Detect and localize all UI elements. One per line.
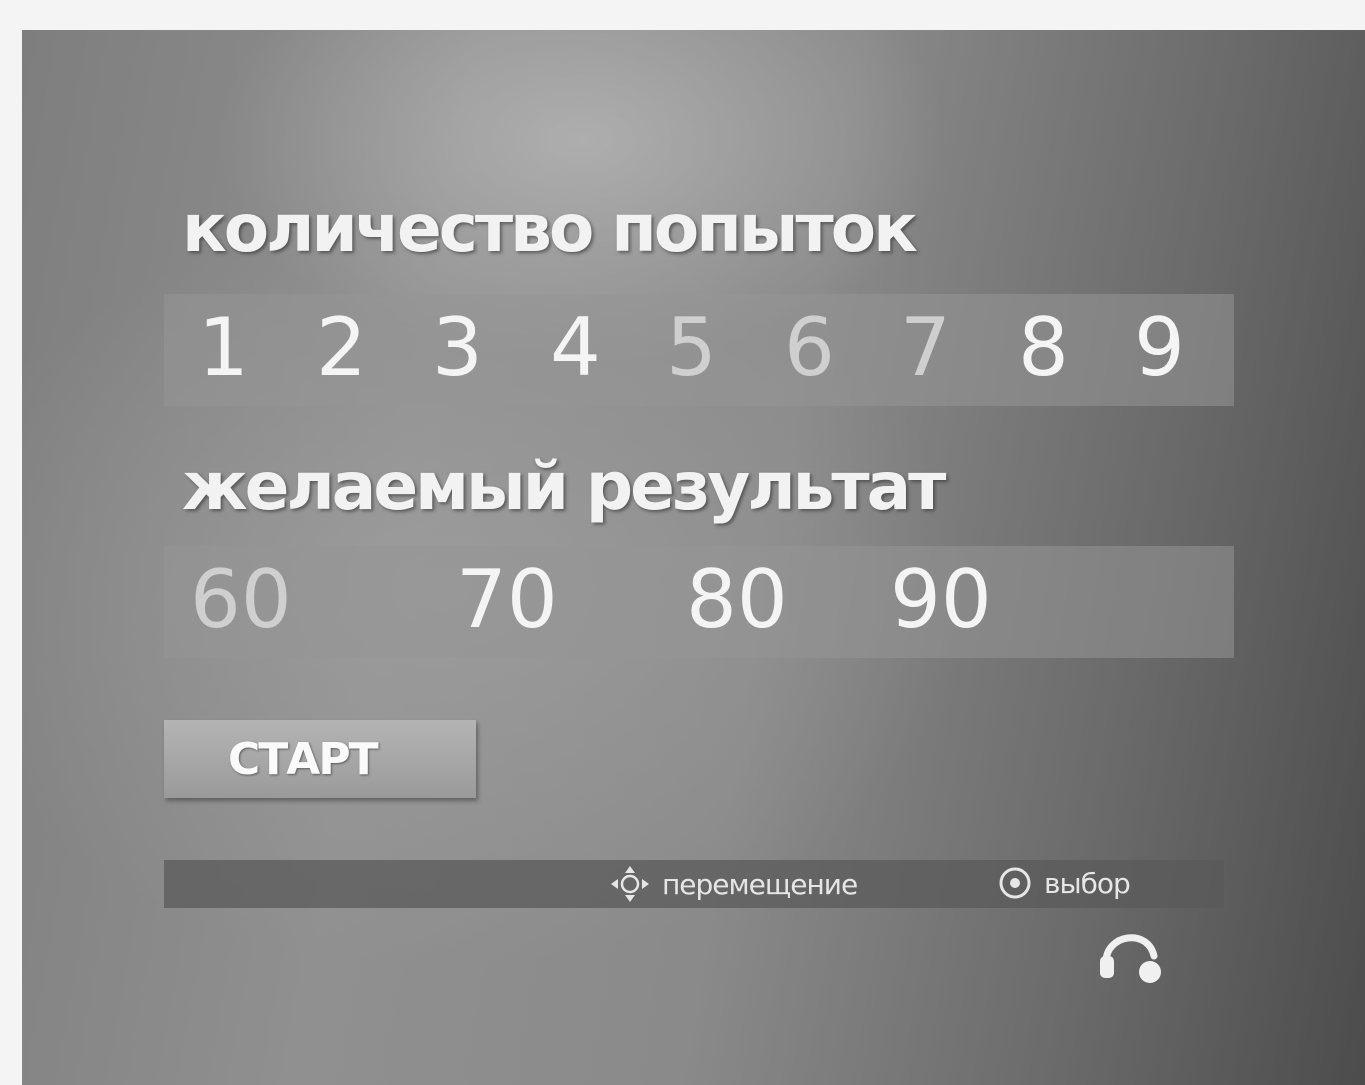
dpad-arrows-icon bbox=[608, 864, 652, 904]
attempts-options-row: 1 2 3 4 5 6 7 8 9 bbox=[164, 294, 1234, 406]
result-option-70[interactable]: 70 bbox=[456, 560, 558, 640]
headset-icon bbox=[1092, 918, 1172, 992]
attempt-option-5[interactable]: 5 bbox=[666, 308, 717, 388]
navigation-hint-bar: перемещение выбор bbox=[164, 860, 1224, 908]
attempt-option-7[interactable]: 7 bbox=[900, 308, 951, 388]
attempt-option-6[interactable]: 6 bbox=[784, 308, 835, 388]
attempt-option-1[interactable]: 1 bbox=[198, 308, 249, 388]
move-hint-label: перемещение bbox=[662, 867, 858, 901]
attempts-heading: количество попыток bbox=[182, 190, 918, 267]
select-hint: выбор bbox=[996, 864, 1131, 902]
result-option-60[interactable]: 60 bbox=[190, 560, 292, 640]
result-option-90[interactable]: 90 bbox=[890, 560, 992, 640]
result-heading: желаемый результат bbox=[182, 448, 946, 525]
select-circle-icon bbox=[996, 864, 1034, 902]
attempt-option-8[interactable]: 8 bbox=[1018, 308, 1069, 388]
start-button[interactable]: СТАРТ bbox=[164, 720, 476, 798]
result-options-row: 60 70 80 90 bbox=[164, 546, 1234, 658]
attempt-option-2[interactable]: 2 bbox=[316, 308, 367, 388]
select-hint-label: выбор bbox=[1044, 866, 1131, 900]
move-hint: перемещение bbox=[608, 864, 858, 904]
result-option-80[interactable]: 80 bbox=[686, 560, 788, 640]
attempt-option-3[interactable]: 3 bbox=[432, 308, 483, 388]
karaoke-setup-screen: количество попыток 1 2 3 4 5 6 7 8 9 жел… bbox=[22, 30, 1365, 1085]
attempt-option-9[interactable]: 9 bbox=[1134, 308, 1185, 388]
attempt-option-4[interactable]: 4 bbox=[550, 308, 601, 388]
